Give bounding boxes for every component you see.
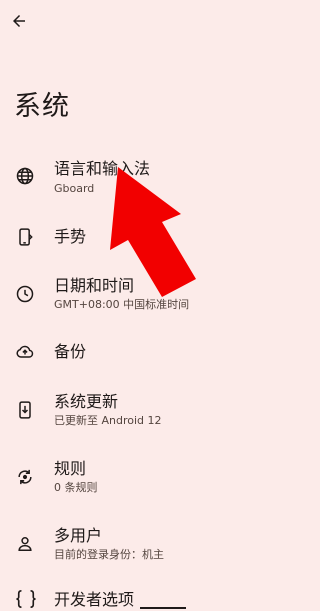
settings-item-title: 开发者选项 <box>54 590 135 609</box>
back-arrow-icon <box>13 15 25 27</box>
settings-item-title: 语言和输入法 <box>54 159 151 178</box>
system-update-icon <box>14 399 36 421</box>
settings-item-title: 系统更新 <box>54 392 119 411</box>
rules-icon <box>14 466 36 488</box>
settings-item-backup[interactable]: 备份 <box>0 335 310 369</box>
code-braces-icon <box>13 588 39 610</box>
cloud-upload-icon <box>14 341 36 363</box>
clock-icon <box>14 283 36 305</box>
settings-item-system-update[interactable]: 系统更新 已更新至 Android 12 <box>0 384 310 436</box>
settings-item-gestures[interactable]: 手势 <box>0 220 310 254</box>
settings-item-title: 备份 <box>54 342 87 361</box>
phone-gesture-icon <box>14 226 36 248</box>
settings-item-title: 规则 <box>54 459 87 478</box>
settings-item-title: 多用户 <box>54 526 103 545</box>
settings-item-subtitle: 目前的登录身份：机主 <box>54 548 164 561</box>
settings-item-language[interactable]: 语言和输入法 Gboard <box>0 152 310 204</box>
back-button[interactable] <box>6 8 32 34</box>
settings-item-subtitle: 已更新至 Android 12 <box>54 414 162 427</box>
person-icon <box>14 533 36 555</box>
settings-item-rules[interactable]: 规则 0 条规则 <box>0 451 310 503</box>
globe-icon <box>14 165 36 187</box>
settings-item-title: 手势 <box>54 227 87 246</box>
settings-item-subtitle: GMT+08:00 中国标准时间 <box>54 298 190 311</box>
page-title: 系统 <box>14 91 70 122</box>
settings-item-subtitle: 0 条规则 <box>54 481 98 494</box>
settings-item-users[interactable]: 多用户 目前的登录身份：机主 <box>0 518 310 570</box>
settings-item-datetime[interactable]: 日期和时间 GMT+08:00 中国标准时间 <box>0 268 310 320</box>
settings-item-title: 日期和时间 <box>54 276 135 295</box>
settings-item-subtitle: Gboard <box>54 182 95 195</box>
gesture-bar <box>140 607 186 609</box>
